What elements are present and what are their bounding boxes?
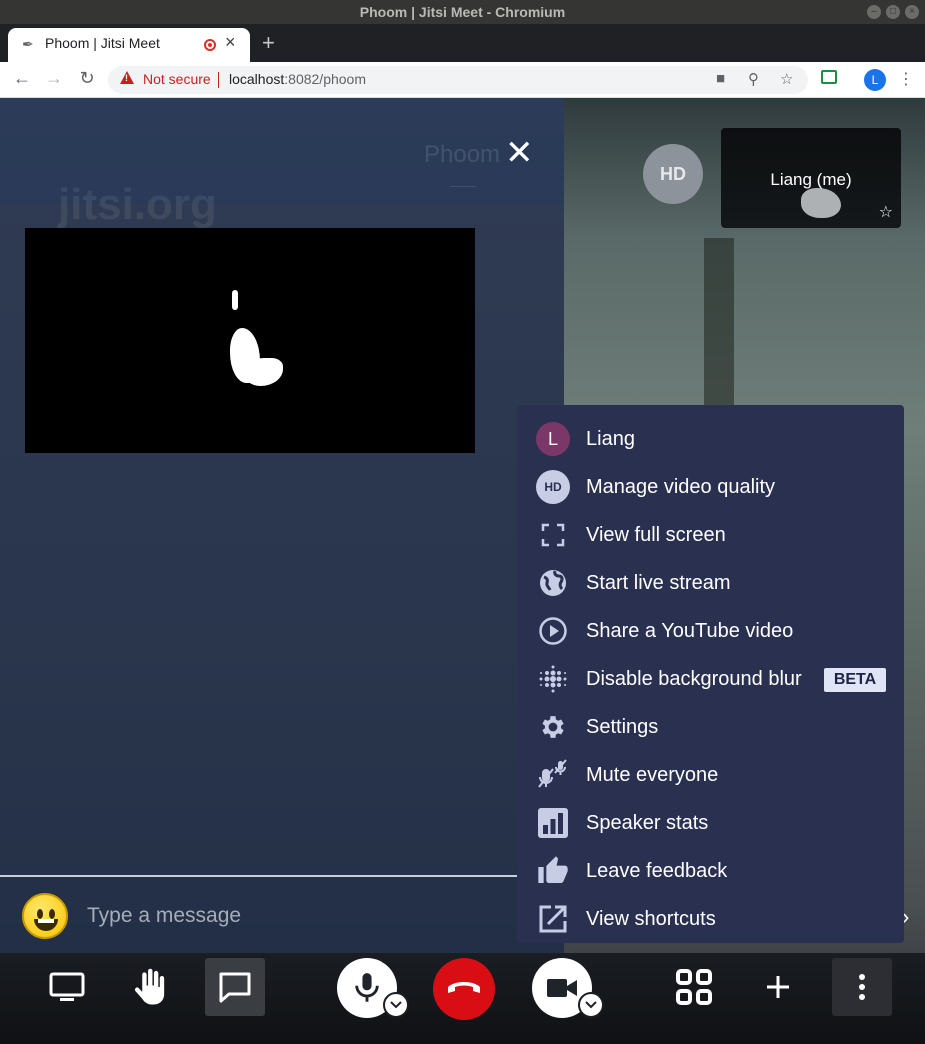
- menu-item-label: View shortcuts: [586, 908, 716, 930]
- menu-item-fullscreen[interactable]: View full screen: [517, 511, 904, 559]
- mute-everyone-icon: [535, 759, 571, 791]
- chat-button[interactable]: [205, 958, 265, 1016]
- menu-item-share-youtube[interactable]: Share a YouTube video: [517, 607, 904, 655]
- beta-badge: BETA: [824, 668, 886, 692]
- menu-item-video-quality[interactable]: HD Manage video quality: [517, 463, 904, 511]
- close-window-button[interactable]: ×: [905, 5, 919, 19]
- preview-silhouette: [245, 358, 283, 386]
- microphone-options-icon[interactable]: [383, 992, 409, 1018]
- preview-silhouette: [232, 290, 238, 310]
- browser-tab[interactable]: ✒ Phoom | Jitsi Meet ×: [8, 28, 250, 62]
- star-icon: ☆: [878, 204, 893, 221]
- maximize-button[interactable]: □: [886, 5, 900, 19]
- bookmark-star-icon[interactable]: ☆: [780, 70, 793, 88]
- meeting-toolbar: [0, 953, 925, 1044]
- address-bar[interactable]: Not secure localhost:8082/phoom ■ ⚲ ☆: [108, 66, 808, 94]
- menu-item-label: Speaker stats: [586, 812, 709, 834]
- local-display-name: Liang (me): [770, 170, 852, 189]
- new-tab-button[interactable]: +: [262, 30, 275, 56]
- recording-icon: [204, 39, 216, 51]
- local-video-silhouette: [801, 188, 841, 218]
- menu-item-label: Disable background blur: [586, 668, 802, 690]
- screenshare-button[interactable]: [37, 958, 97, 1016]
- menu-item-label: Mute everyone: [586, 764, 719, 786]
- warning-icon: [120, 71, 134, 84]
- more-vertical-icon: [859, 974, 865, 1000]
- security-label[interactable]: Not secure: [143, 71, 211, 87]
- camera-options-icon[interactable]: [578, 992, 604, 1018]
- url-text[interactable]: localhost:8082/phoom: [229, 71, 366, 87]
- raise-hand-button[interactable]: [121, 958, 181, 1016]
- chrome-menu-icon[interactable]: ⋮: [894, 69, 918, 89]
- hand-icon: [134, 968, 165, 1005]
- close-tab-icon[interactable]: ×: [225, 32, 236, 53]
- fullscreen-icon: [535, 519, 571, 551]
- url-host: localhost: [229, 71, 285, 87]
- cast-icon[interactable]: [821, 70, 837, 84]
- menu-item-background-blur[interactable]: Disable background blur BETA: [517, 655, 904, 703]
- menu-item-mute-everyone[interactable]: Mute everyone: [517, 751, 904, 799]
- microphone-icon: [355, 973, 379, 1002]
- desktop-icon: [49, 972, 85, 1001]
- phone-hangup-icon: [448, 982, 480, 993]
- thumbs-up-icon: [535, 855, 571, 887]
- menu-item-label: Liang: [586, 428, 635, 450]
- window-title-bar: Phoom | Jitsi Meet - Chromium: [0, 0, 925, 24]
- more-actions-button[interactable]: [832, 958, 892, 1016]
- tab-title: Phoom | Jitsi Meet: [45, 35, 160, 51]
- blur-icon: [535, 663, 571, 695]
- profile-avatar[interactable]: L: [864, 69, 886, 91]
- chat-icon: [219, 972, 251, 1003]
- menu-item-feedback[interactable]: Leave feedback: [517, 847, 904, 895]
- emoji-icon[interactable]: [22, 893, 68, 939]
- back-icon[interactable]: ←: [10, 68, 34, 89]
- menu-item-settings[interactable]: Settings: [517, 703, 904, 751]
- local-video-tile[interactable]: Liang (me) ☆: [721, 128, 901, 228]
- globe-icon: [535, 567, 571, 599]
- conference-timer: ——: [450, 178, 476, 193]
- menu-item-speaker-stats[interactable]: Speaker stats: [517, 799, 904, 847]
- stats-icon: [535, 807, 571, 839]
- chat-message-input[interactable]: [87, 901, 507, 931]
- overflow-menu: L Liang HD Manage video quality View ful…: [517, 405, 904, 943]
- close-chat-icon[interactable]: ✕: [505, 136, 534, 170]
- menu-item-label: Settings: [586, 716, 659, 738]
- jitsi-watermark: jitsi.org: [58, 180, 217, 229]
- invite-button[interactable]: [748, 958, 808, 1016]
- video-camera-icon: [547, 979, 577, 997]
- feather-icon: ✒: [22, 36, 34, 52]
- avatar-icon: L: [536, 422, 570, 456]
- forward-icon[interactable]: →: [42, 68, 66, 89]
- plus-icon: [767, 976, 789, 998]
- participant-avatar[interactable]: HD: [643, 144, 703, 204]
- menu-item-label: Share a YouTube video: [586, 620, 794, 642]
- tile-view-button[interactable]: [664, 958, 724, 1016]
- menu-item-label: Manage video quality: [586, 476, 776, 498]
- url-path: :8082/phoom: [284, 71, 366, 87]
- minimize-button[interactable]: –: [867, 5, 881, 19]
- play-circle-icon: [535, 615, 571, 647]
- meeting-stage: jitsi.org Phoom —— ✕ HD Liang (me) ☆ › L…: [0, 98, 925, 1044]
- reload-icon[interactable]: ↻: [75, 68, 99, 89]
- menu-item-live-stream[interactable]: Start live stream: [517, 559, 904, 607]
- camera-in-use-icon[interactable]: ■: [716, 70, 725, 87]
- open-external-icon: [535, 903, 571, 935]
- menu-item-profile[interactable]: L Liang: [517, 415, 904, 463]
- menu-item-label: Start live stream: [586, 572, 731, 594]
- hangup-button[interactable]: [433, 958, 495, 1020]
- grid-icon: [676, 969, 712, 1005]
- conference-subject: Phoom: [424, 141, 501, 168]
- hd-icon: HD: [536, 470, 570, 504]
- menu-item-label: View full screen: [586, 524, 726, 546]
- video-preview: [25, 228, 475, 453]
- menu-item-shortcuts[interactable]: View shortcuts: [517, 895, 904, 943]
- omnibox-separator: [218, 72, 219, 88]
- menu-item-label: Leave feedback: [586, 860, 728, 882]
- gear-icon: [535, 711, 571, 743]
- window-title: Phoom | Jitsi Meet - Chromium: [359, 4, 566, 20]
- zoom-icon[interactable]: ⚲: [748, 70, 759, 88]
